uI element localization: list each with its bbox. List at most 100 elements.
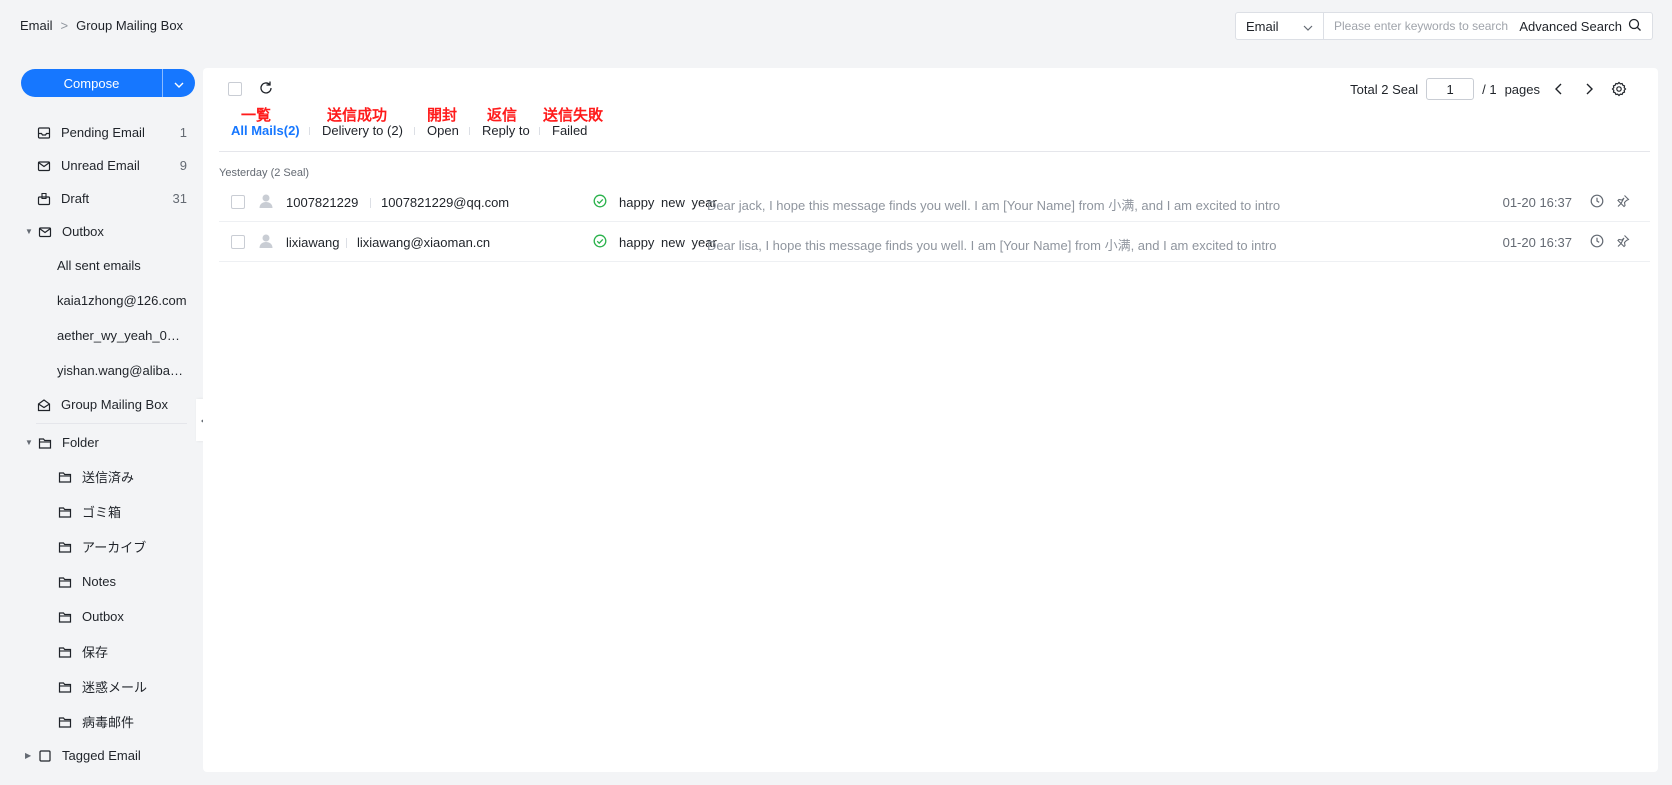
settings-gear-icon[interactable]	[1608, 78, 1630, 100]
mail-toolbar: Total 2 Seal / 1 pages	[203, 68, 1658, 110]
search-input[interactable]	[1324, 13, 1520, 39]
sidebar-item-label: aether_wy_yeah_01@...	[57, 328, 187, 343]
sidebar-outbox-account[interactable]: aether_wy_yeah_01@...	[0, 318, 203, 353]
clock-icon[interactable]	[1590, 234, 1604, 251]
sidebar-item-draft[interactable]: Draft 31	[0, 182, 203, 215]
caret-down-icon[interactable]: ▼	[25, 227, 33, 236]
caret-down-icon[interactable]: ▼	[25, 438, 33, 447]
tab-all-mails[interactable]: All Mails(2)	[231, 123, 300, 138]
folder-icon	[57, 609, 73, 625]
sidebar-item-folder[interactable]: ▼ Folder	[0, 426, 203, 459]
avatar-icon	[259, 193, 273, 212]
pin-icon[interactable]	[1616, 234, 1630, 251]
sidebar-item-count: 9	[179, 158, 187, 173]
tag-icon	[37, 748, 53, 764]
total-count: Total 2 Seal	[1350, 81, 1419, 97]
search-type-value: Email	[1246, 18, 1279, 34]
chevron-right-icon	[1586, 83, 1593, 95]
mail-date: 01-20 16:37	[1502, 195, 1572, 210]
tab-reply[interactable]: Reply to	[482, 123, 530, 138]
annotation-delivered: 送信成功	[327, 107, 388, 124]
folder-icon	[57, 679, 73, 695]
mail-icon	[37, 224, 53, 240]
sidebar-item-label: Outbox	[82, 609, 124, 624]
refresh-icon[interactable]	[258, 80, 274, 99]
date-group-label: Yesterday (2 Seal)	[219, 167, 310, 179]
sidebar-outbox-all-sent[interactable]: All sent emails	[0, 248, 203, 283]
prev-page-button[interactable]	[1548, 78, 1570, 100]
mail-date: 01-20 16:37	[1502, 235, 1572, 250]
mail-row-checkbox[interactable]	[231, 235, 245, 249]
folder-icon	[57, 644, 73, 660]
folder-icon	[57, 574, 73, 590]
mail-preview: - Dear jack, I hope this message finds y…	[699, 198, 1281, 213]
compose-button-group: Compose	[21, 69, 195, 97]
breadcrumb-current: Group Mailing Box	[76, 18, 184, 33]
folder-icon	[57, 504, 73, 520]
sidebar-outbox-account[interactable]: yishan.wang@alibaba-...	[0, 353, 203, 388]
sidebar-folder-item[interactable]: アーカイブ	[0, 529, 203, 564]
mail-row-checkbox[interactable]	[231, 195, 245, 209]
tab-separator	[414, 127, 415, 135]
compose-button[interactable]: Compose	[21, 76, 162, 91]
chevron-down-icon	[1303, 19, 1313, 34]
annotation-all: 一覧	[241, 107, 272, 124]
annotation-open: 開封	[427, 107, 458, 124]
sidebar-item-label: Unread Email	[61, 158, 140, 173]
tab-open[interactable]: Open	[427, 123, 459, 138]
tab-separator	[539, 127, 540, 135]
group-mail-icon	[36, 397, 52, 413]
page-total: / 1	[1482, 81, 1497, 97]
sidebar-folder-item[interactable]: 迷惑メール	[0, 669, 203, 704]
advanced-search-button[interactable]: Advanced Search	[1519, 18, 1652, 35]
clock-icon[interactable]	[1590, 194, 1604, 211]
compose-dropdown-button[interactable]	[162, 69, 195, 97]
mail-from-address: lixiawang@xiaoman.cn	[357, 235, 491, 250]
sidebar-item-label: Outbox	[62, 224, 104, 239]
annotation-failed: 送信失敗	[543, 107, 604, 124]
sidebar-outbox-account[interactable]: kaia1zhong@126.com	[0, 283, 203, 318]
sidebar-item-count: 31	[172, 191, 187, 206]
sidebar-item-label: Notes	[82, 574, 116, 589]
mail-row[interactable]: 1007821229 1007821229@qq.com happy new yea…	[219, 182, 1650, 222]
page-input[interactable]	[1426, 78, 1475, 100]
sidebar-item-label: アーカイブ	[82, 540, 147, 555]
avatar-icon	[259, 233, 273, 252]
sidebar-item-label: 保存	[82, 645, 109, 660]
sidebar-folder-item[interactable]: ゴミ箱	[0, 494, 203, 529]
sidebar-item-group-mailing[interactable]: Group Mailing Box	[0, 388, 203, 421]
sidebar-folder-item[interactable]: Notes	[0, 564, 203, 599]
sidebar-item-count: 1	[179, 125, 187, 140]
sidebar-item-tagged[interactable]: ▶ Tagged Email	[0, 739, 203, 772]
sidebar-folder-item[interactable]: 病毒邮件	[0, 704, 203, 739]
tab-delivery[interactable]: Delivery to (2)	[322, 123, 403, 138]
tab-separator	[309, 127, 310, 135]
folder-icon	[57, 469, 73, 485]
tab-failed[interactable]: Failed	[552, 123, 587, 138]
sidebar-folder-item[interactable]: 保存	[0, 634, 203, 669]
folder-icon	[57, 714, 73, 730]
sidebar-item-label: ゴミ箱	[82, 505, 122, 520]
breadcrumb-email[interactable]: Email	[20, 18, 53, 33]
sidebar-item-label: 送信済み	[82, 470, 135, 485]
pagination: Total 2 Seal / 1 pages	[1350, 78, 1630, 100]
status-tabs: All Mails(2) Delivery to (2) Open Reply …	[203, 123, 1658, 153]
pin-icon[interactable]	[1616, 194, 1630, 211]
sidebar-item-label: 迷惑メール	[82, 680, 148, 695]
sidebar-item-label: 病毒邮件	[82, 715, 135, 730]
sidebar-item-unread[interactable]: Unread Email 9	[0, 149, 203, 182]
caret-right-icon[interactable]: ▶	[25, 751, 33, 760]
mail-row[interactable]: lixiawang lixiawang@xiaoman.cn happy new y…	[219, 222, 1650, 262]
sidebar-folder-item[interactable]: Outbox	[0, 599, 203, 634]
sidebar-item-outbox[interactable]: ▼ Outbox	[0, 215, 203, 248]
sidebar-item-pending[interactable]: Pending Email 1	[0, 116, 203, 149]
sidebar-item-label: Pending Email	[61, 125, 145, 140]
next-page-button[interactable]	[1578, 78, 1600, 100]
search-type-select[interactable]: Email	[1236, 13, 1324, 39]
chevron-down-icon	[174, 76, 184, 91]
top-bar: Email > Group Mailing Box Email Advanced…	[0, 0, 1672, 52]
select-all-checkbox[interactable]	[228, 82, 242, 96]
breadcrumb: Email > Group Mailing Box	[20, 18, 183, 33]
sidebar-item-label: Draft	[61, 191, 90, 206]
sidebar-folder-item[interactable]: 送信済み	[0, 459, 203, 494]
